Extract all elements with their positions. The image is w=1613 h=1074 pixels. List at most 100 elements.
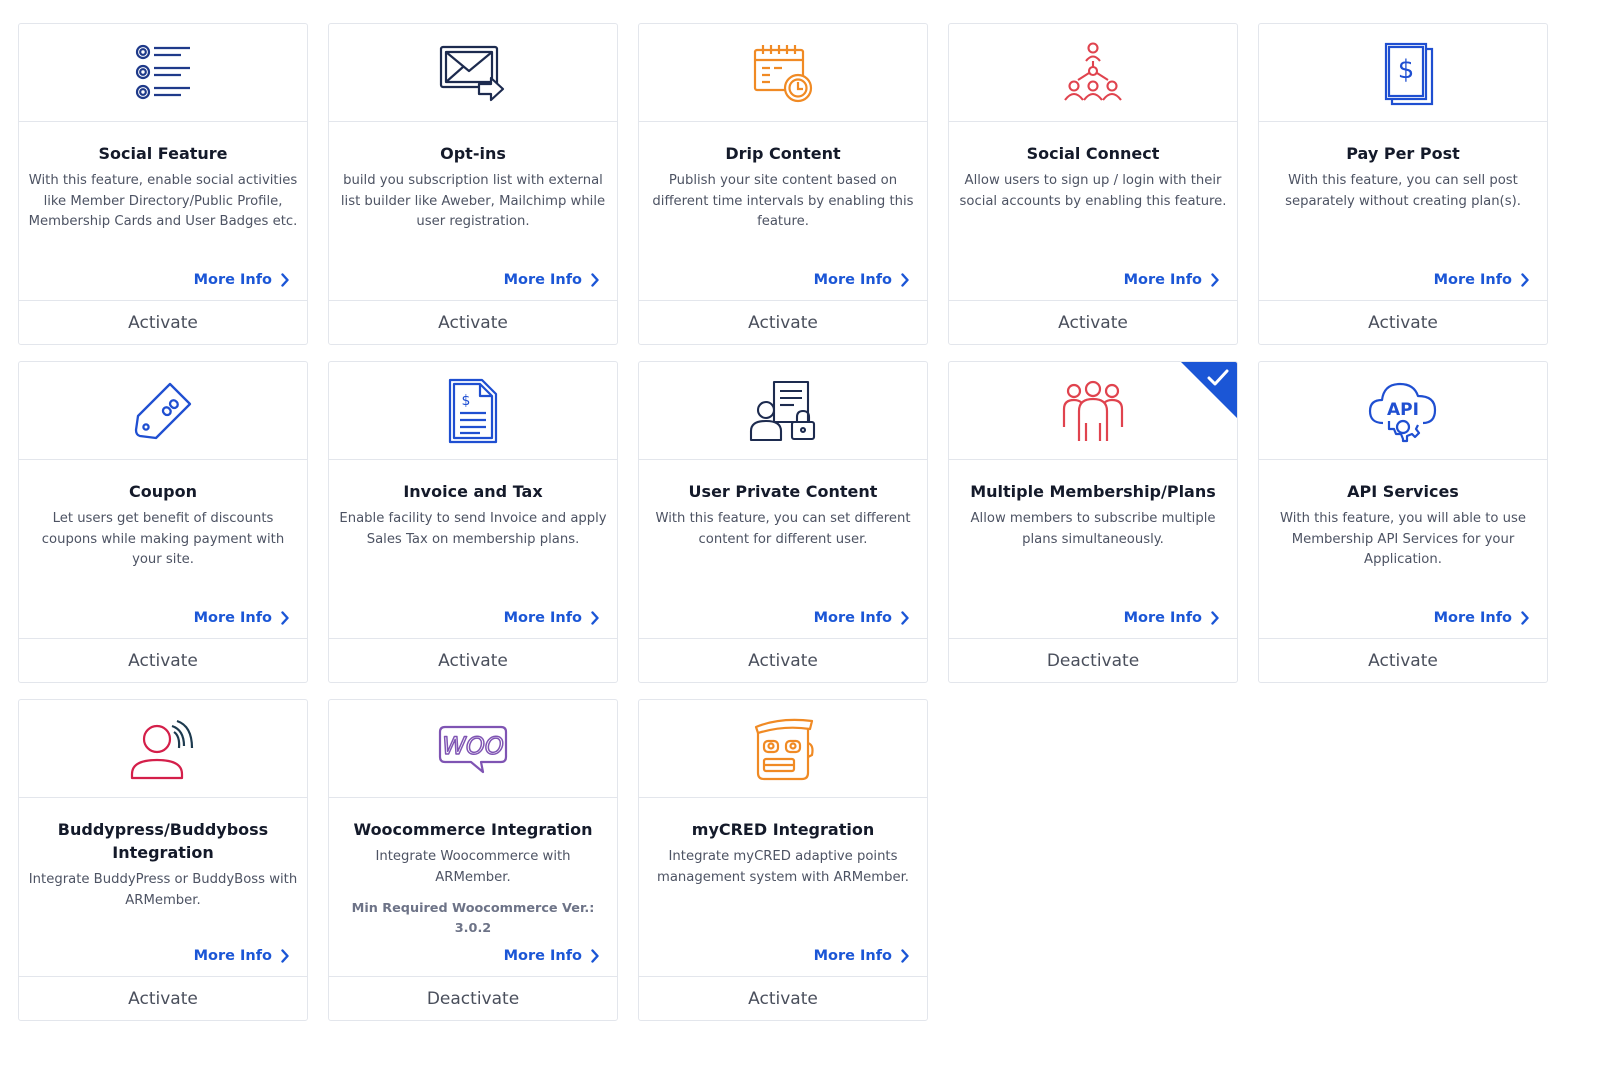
more-info-label: More Info — [193, 610, 272, 626]
more-info-label: More Info — [193, 272, 272, 288]
addon-title: Social Feature — [98, 144, 228, 163]
chevron-right-icon — [1521, 273, 1529, 287]
activate-button[interactable]: Activate — [19, 638, 307, 682]
activate-button[interactable]: Activate — [329, 638, 617, 682]
buddypress-user-icon — [130, 719, 194, 779]
chevron-right-icon — [591, 611, 599, 625]
activate-label: Activate — [128, 650, 198, 671]
user-lock-icon — [749, 380, 816, 441]
addon-title: Invoice and Tax — [403, 482, 543, 501]
more-info-label: More Info — [503, 272, 582, 288]
chevron-right-icon — [901, 611, 909, 625]
activate-label: Activate — [748, 650, 818, 671]
addon-description: Integrate myCRED adaptive points managem… — [657, 849, 909, 885]
more-info-label: More Info — [1433, 610, 1512, 626]
addon-card-mycred-integration: myCRED Integration Integrate myCRED adap… — [638, 699, 928, 1021]
activate-label: Activate — [128, 312, 198, 333]
network-people-icon — [1064, 41, 1122, 101]
activate-button[interactable]: Activate — [329, 300, 617, 344]
deactivate-label: Deactivate — [426, 988, 520, 1009]
more-info-link[interactable]: More Info — [504, 944, 599, 968]
more-info-link[interactable]: More Info — [504, 606, 599, 630]
mycred-face-icon — [754, 718, 814, 780]
addon-card-social-connect: Social Connect Allow users to sign up / … — [948, 23, 1238, 345]
activate-label: Activate — [1058, 312, 1128, 333]
chevron-right-icon — [1211, 611, 1219, 625]
addon-description: build you subscription list with externa… — [340, 173, 606, 229]
addon-card-buddypress-integration: Buddypress/Buddyboss Integration Integra… — [18, 699, 308, 1021]
more-info-link[interactable]: More Info — [814, 944, 909, 968]
more-info-link[interactable]: More Info — [814, 268, 909, 292]
addon-card-coupon: Coupon Let users get benefit of discount… — [18, 361, 308, 683]
activate-label: Activate — [128, 988, 198, 1009]
addon-title: User Private Content — [688, 482, 878, 501]
more-info-label: More Info — [503, 610, 582, 626]
more-info-label: More Info — [813, 272, 892, 288]
more-info-link[interactable]: More Info — [814, 606, 909, 630]
calendar-clock-icon — [753, 44, 813, 102]
more-info-link[interactable]: More Info — [194, 268, 289, 292]
activate-button[interactable]: Activate — [639, 638, 927, 682]
addon-card-api-services: API API Services With this feature, you … — [1258, 361, 1548, 683]
addon-card-opt-ins: Opt-ins build you subscription list with… — [328, 23, 618, 345]
more-info-link[interactable]: More Info — [194, 944, 289, 968]
more-info-label: More Info — [1123, 610, 1202, 626]
svg-text:API: API — [1387, 400, 1419, 420]
activate-button[interactable]: Activate — [639, 976, 927, 1020]
addon-title: Woocommerce Integration — [353, 820, 593, 839]
chevron-right-icon — [591, 949, 599, 963]
addon-description: With this feature, enable social activit… — [28, 173, 298, 229]
activate-button[interactable]: Activate — [19, 976, 307, 1020]
more-info-link[interactable]: More Info — [1124, 606, 1219, 630]
addon-description: Allow members to subscribe multiple plan… — [970, 511, 1216, 547]
more-info-link[interactable]: More Info — [1434, 268, 1529, 292]
coupon-tag-icon — [134, 382, 192, 439]
chevron-right-icon — [901, 273, 909, 287]
addon-description: With this feature, you can sell post sep… — [1285, 173, 1521, 209]
addon-title: Social Connect — [1026, 144, 1160, 163]
activate-button[interactable]: Activate — [19, 300, 307, 344]
addon-card-woocommerce-integration: WOO Woocommerce Integration Integrate Wo… — [328, 699, 618, 1021]
woo-logo-icon: WOO — [438, 725, 508, 773]
addon-card-invoice-and-tax: $ Invoice and Tax Enable facility to sen… — [328, 361, 618, 683]
chevron-right-icon — [281, 273, 289, 287]
more-info-label: More Info — [503, 948, 582, 964]
addon-description: Allow users to sign up / login with thei… — [959, 173, 1227, 209]
addon-description: With this feature, you will able to use … — [1280, 511, 1526, 567]
more-info-link[interactable]: More Info — [1124, 268, 1219, 292]
more-info-label: More Info — [1433, 272, 1512, 288]
addon-card-drip-content: Drip Content Publish your site content b… — [638, 23, 928, 345]
chevron-right-icon — [901, 949, 909, 963]
chevron-right-icon — [1521, 611, 1529, 625]
addon-card-pay-per-post: $ Pay Per Post With this feature, you ca… — [1258, 23, 1548, 345]
addon-description: Publish your site content based on diffe… — [652, 173, 914, 229]
activate-button[interactable]: Activate — [639, 300, 927, 344]
min-version-requirement: Min Required Woocommerce Ver.: 3.0.2 — [351, 901, 595, 936]
chevron-right-icon — [591, 273, 599, 287]
addon-description: With this feature, you can set different… — [655, 511, 911, 547]
group-people-icon — [1062, 380, 1124, 441]
more-info-link[interactable]: More Info — [504, 268, 599, 292]
svg-text:$: $ — [462, 393, 471, 409]
invoice-icon: $ — [448, 378, 498, 443]
deactivate-button[interactable]: Deactivate — [949, 638, 1237, 682]
activate-button[interactable]: Activate — [1259, 300, 1547, 344]
addon-title: API Services — [1347, 482, 1459, 501]
addon-title: Opt-ins — [440, 144, 506, 163]
activate-label: Activate — [438, 312, 508, 333]
chevron-right-icon — [281, 949, 289, 963]
addon-title: myCRED Integration — [691, 820, 875, 839]
dollar-document-icon: $ — [1384, 42, 1434, 105]
activate-button[interactable]: Activate — [949, 300, 1237, 344]
deactivate-label: Deactivate — [1046, 650, 1140, 671]
addon-card-multiple-membership-plans: Multiple Membership/Plans Allow members … — [948, 361, 1238, 683]
addon-title: Coupon — [129, 482, 197, 501]
addon-description: Let users get benefit of discounts coupo… — [41, 511, 285, 567]
activate-button[interactable]: Activate — [1259, 638, 1547, 682]
more-info-link[interactable]: More Info — [1434, 606, 1529, 630]
more-info-link[interactable]: More Info — [194, 606, 289, 630]
svg-text:$: $ — [1398, 55, 1415, 85]
deactivate-button[interactable]: Deactivate — [329, 976, 617, 1020]
activate-label: Activate — [748, 988, 818, 1009]
list-icon — [135, 44, 190, 99]
